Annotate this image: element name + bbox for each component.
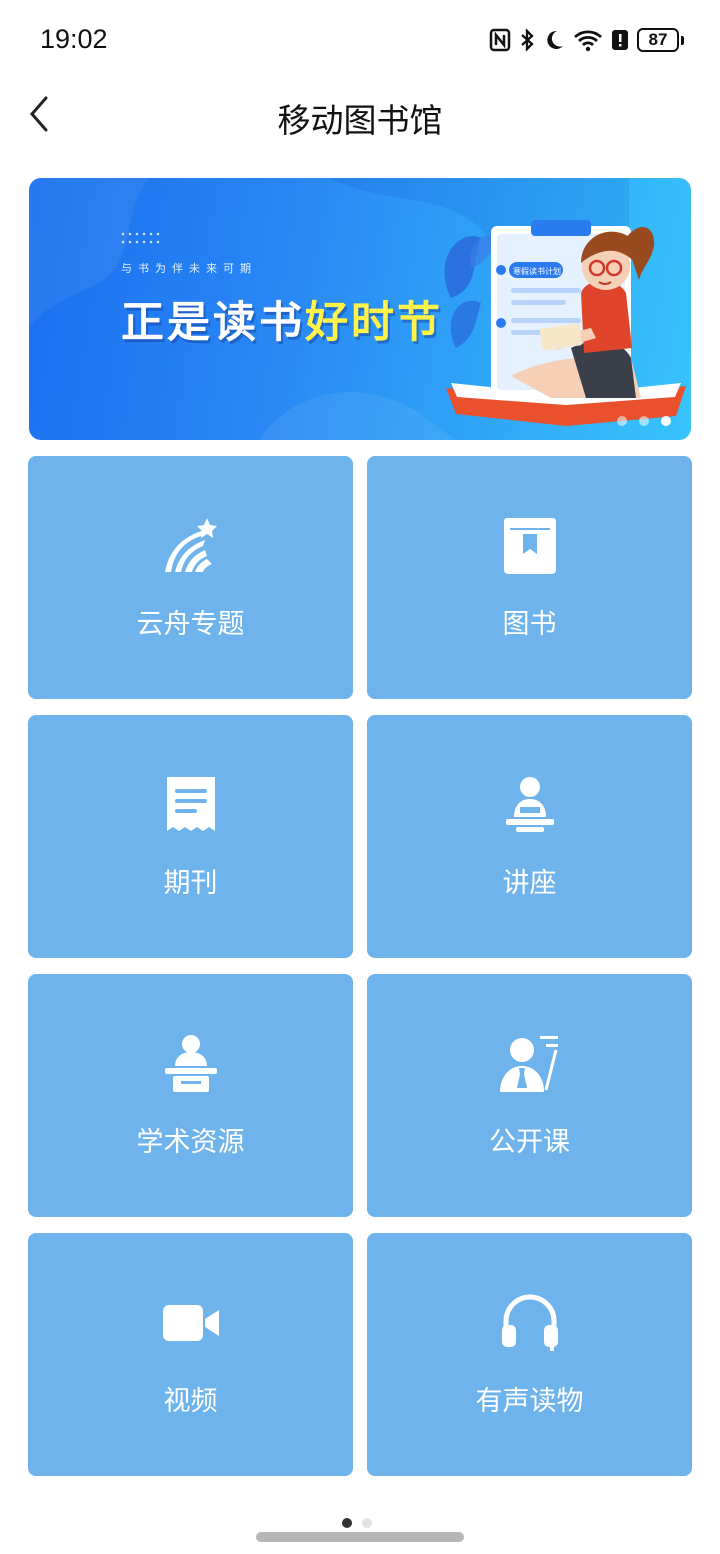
tile-label: 云舟专题: [136, 609, 245, 640]
tile-academic-resources[interactable]: 学术资源: [28, 974, 353, 1217]
video-camera-icon: [162, 1305, 219, 1341]
bluetooth-icon: [521, 28, 534, 52]
tile-label: 期刊: [163, 868, 218, 899]
moon-icon: [547, 30, 563, 49]
tile-journals[interactable]: 期刊: [28, 715, 353, 958]
slide-dot[interactable]: [617, 416, 627, 426]
banner-slide-indicator: [617, 416, 671, 426]
book-icon: [503, 518, 556, 574]
feature-grid: 云舟专题 图书 期刊 讲座 学术资源 公开课 视频 有声读物: [28, 456, 692, 1476]
tile-label: 视频: [163, 1386, 218, 1417]
tile-label: 图书: [502, 609, 557, 640]
teacher-icon: [499, 1036, 558, 1092]
nav-bar: 移动图书馆: [0, 82, 720, 148]
lecture-icon: [505, 777, 554, 832]
tile-cloud-topics[interactable]: 云舟专题: [28, 456, 353, 699]
tile-lectures[interactable]: 讲座: [367, 715, 692, 958]
tile-label: 有声读物: [475, 1386, 584, 1417]
home-indicator[interactable]: [256, 1532, 464, 1542]
tile-label: 讲座: [502, 868, 557, 899]
clipboard-text: 寒假读书计划: [513, 266, 561, 276]
page-title: 移动图书馆: [277, 101, 443, 140]
tile-label: 公开课: [489, 1127, 570, 1158]
promo-banner[interactable]: 与书为伴未来可期 正是读书好时节 寒假读书计划: [29, 178, 691, 440]
banner-subtitle: 与书为伴未来可期: [121, 262, 257, 275]
tile-audiobooks[interactable]: 有声读物: [367, 1233, 692, 1476]
journal-icon: [166, 777, 215, 831]
wifi-icon: [574, 30, 602, 52]
nfc-icon: [489, 28, 511, 52]
battery-level: 87: [637, 28, 679, 52]
decorative-dots: [121, 232, 160, 244]
slide-dot-active[interactable]: [661, 416, 671, 426]
alert-icon: [612, 30, 628, 50]
banner-title: 正是读书好时节: [121, 288, 443, 350]
tile-books[interactable]: 图书: [367, 456, 692, 699]
headphones-icon: [501, 1294, 558, 1351]
tile-open-courses[interactable]: 公开课: [367, 974, 692, 1217]
banner-title-highlight: 好时节: [305, 298, 443, 348]
tile-videos[interactable]: 视频: [28, 1233, 353, 1476]
shooting-star-icon: [164, 518, 217, 572]
banner-title-main: 正是读书: [121, 298, 305, 348]
tile-label: 学术资源: [136, 1127, 245, 1158]
status-time: 19:02: [40, 24, 108, 54]
status-icons: 87: [489, 28, 684, 52]
page-dot-active[interactable]: [342, 1518, 352, 1528]
slide-dot[interactable]: [639, 416, 649, 426]
status-bar: 19:02 87: [0, 0, 720, 82]
battery-indicator: 87: [637, 28, 684, 52]
page-indicator: [342, 1518, 372, 1528]
reading-girl-illustration: 寒假读书计划: [444, 220, 686, 426]
podium-icon: [164, 1035, 217, 1092]
page-dot[interactable]: [362, 1518, 372, 1528]
